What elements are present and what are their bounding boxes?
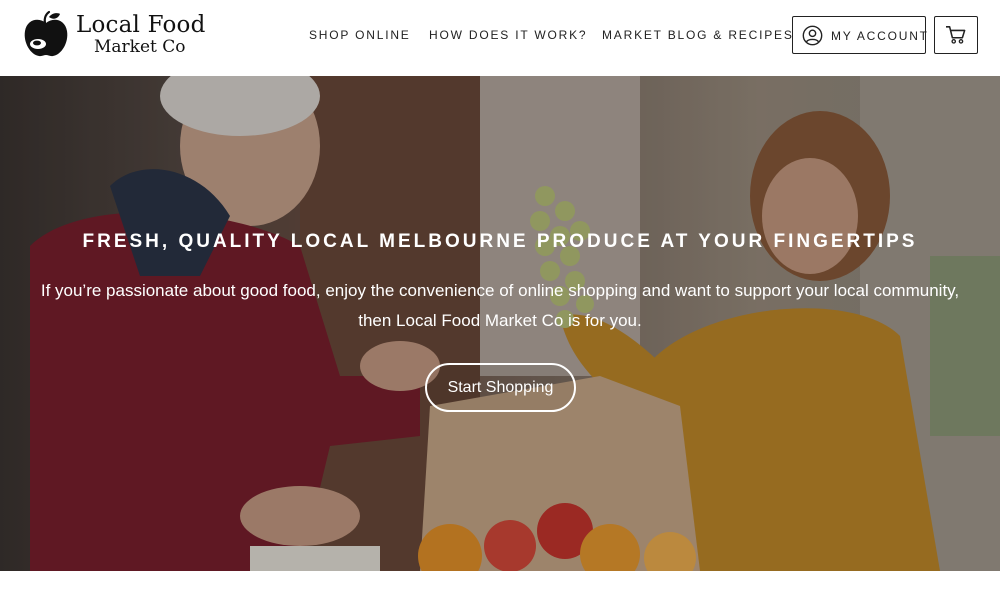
my-account-label: MY ACCOUNT — [831, 29, 929, 43]
nav-shop-online[interactable]: SHOP ONLINE — [309, 28, 411, 42]
apple-logo-icon — [24, 10, 68, 57]
nav-blog-recipes[interactable]: MARKET BLOG & RECIPES — [602, 28, 794, 42]
nav-how-it-works[interactable]: HOW DOES IT WORK? — [429, 28, 587, 42]
hero-description: If you’re passionate about good food, en… — [10, 276, 990, 336]
site-header: Local Food Market Co SHOP ONLINE HOW DOE… — [0, 0, 1000, 76]
start-shopping-button[interactable]: Start Shopping — [425, 363, 576, 412]
brand-name-line1: Local Food — [76, 12, 206, 38]
hero-description-line2: then Local Food Market Co is for you. — [358, 311, 642, 330]
hero-title: FRESH, QUALITY LOCAL MELBOURNE PRODUCE A… — [82, 231, 918, 252]
hero-section: FRESH, QUALITY LOCAL MELBOURNE PRODUCE A… — [0, 76, 1000, 571]
hero-description-line1: If you’re passionate about good food, en… — [40, 281, 960, 300]
cart-button[interactable] — [934, 16, 978, 54]
brand-name-line2: Market Co — [94, 37, 186, 57]
my-account-button[interactable]: MY ACCOUNT — [792, 16, 929, 54]
page-content-start — [0, 571, 1000, 600]
user-circle-icon — [802, 25, 823, 46]
shopping-cart-icon — [946, 26, 966, 44]
site-logo[interactable]: Local Food Market Co — [22, 10, 212, 62]
